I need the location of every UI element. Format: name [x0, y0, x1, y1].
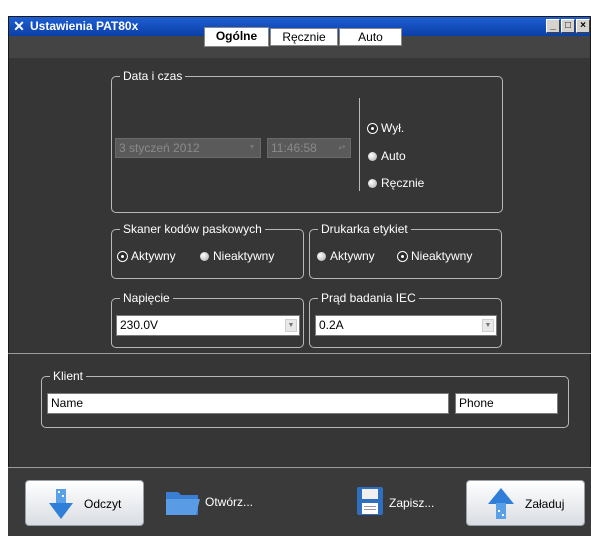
- section-separator: [8, 353, 591, 354]
- load-label: Załaduj: [525, 497, 565, 511]
- tab-general[interactable]: Ogólne: [204, 27, 269, 47]
- tab-auto[interactable]: Auto: [339, 28, 402, 46]
- chevron-down-icon[interactable]: ▼: [285, 319, 297, 332]
- radio-selected-icon: [398, 252, 407, 261]
- radio-scanner-active[interactable]: Aktywny: [118, 249, 176, 263]
- iec-current-legend: Prąd badania IEC: [318, 291, 419, 305]
- save-label: Zapisz...: [389, 496, 435, 510]
- download-arrow-icon: [49, 489, 73, 519]
- tab-manual[interactable]: Ręcznie: [270, 28, 338, 46]
- chevron-down-icon[interactable]: ▼: [482, 319, 494, 332]
- date-picker[interactable]: 3 styczeń 2012 ▼: [115, 138, 261, 158]
- spinner-icon[interactable]: ▴▾: [336, 142, 348, 155]
- iec-current-select[interactable]: 0.2A ▼: [315, 315, 497, 336]
- voltage-select[interactable]: 230.0V ▼: [116, 315, 300, 336]
- radio-icon: [368, 152, 377, 161]
- app-icon: ✕: [13, 18, 25, 34]
- save-button[interactable]: Zapisz...: [356, 484, 456, 522]
- date-value: 3 styczeń 2012: [119, 141, 200, 155]
- radio-selected-icon: [368, 124, 377, 133]
- radio-icon: [200, 252, 209, 261]
- iec-current-value: 0.2A: [319, 318, 344, 332]
- radio-mode-auto[interactable]: Auto: [368, 149, 406, 163]
- client-legend: Klient: [50, 369, 87, 383]
- voltage-value: 230.0V: [120, 318, 159, 332]
- radio-mode-off[interactable]: Wył.: [368, 121, 404, 135]
- folder-icon: [166, 492, 200, 515]
- open-label: Otwórz...: [205, 495, 254, 509]
- radio-selected-icon: [118, 252, 127, 261]
- scanner-legend: Skaner kodów paskowych: [120, 222, 265, 236]
- radio-scanner-inactive[interactable]: Nieaktywny: [200, 249, 274, 263]
- open-button[interactable]: Otwórz...: [164, 486, 264, 520]
- voltage-legend: Napięcie: [120, 291, 173, 305]
- close-button[interactable]: ×: [576, 19, 590, 33]
- radio-printer-inactive[interactable]: Nieaktywny: [398, 249, 472, 263]
- client-name-value: Name: [51, 396, 84, 410]
- mode-divider: [359, 98, 360, 191]
- radio-printer-active[interactable]: Aktywny: [317, 249, 375, 263]
- printer-legend: Drukarka etykiet: [318, 222, 411, 236]
- upload-arrow-icon: [488, 488, 514, 519]
- datetime-legend: Data i czas: [120, 69, 186, 83]
- client-phone-value: Phone: [459, 396, 494, 410]
- minimize-button[interactable]: _: [546, 19, 560, 33]
- time-picker[interactable]: 11:46:58 ▴▾: [267, 138, 351, 158]
- maximize-button[interactable]: □: [561, 19, 575, 33]
- read-button[interactable]: Odczyt: [25, 480, 144, 526]
- time-value: 11:46:58: [271, 141, 317, 155]
- client-phone-input[interactable]: Phone: [455, 393, 558, 414]
- floppy-disk-icon: [357, 487, 383, 515]
- radio-icon: [368, 179, 377, 188]
- load-button[interactable]: Załaduj: [466, 480, 585, 526]
- chevron-down-icon[interactable]: ▼: [246, 142, 258, 155]
- client-name-input[interactable]: Name: [47, 393, 449, 414]
- radio-icon: [317, 252, 326, 261]
- read-label: Odczyt: [84, 497, 122, 511]
- window-title: Ustawienia PAT80x: [30, 19, 139, 33]
- radio-mode-manual[interactable]: Ręcznie: [368, 176, 424, 190]
